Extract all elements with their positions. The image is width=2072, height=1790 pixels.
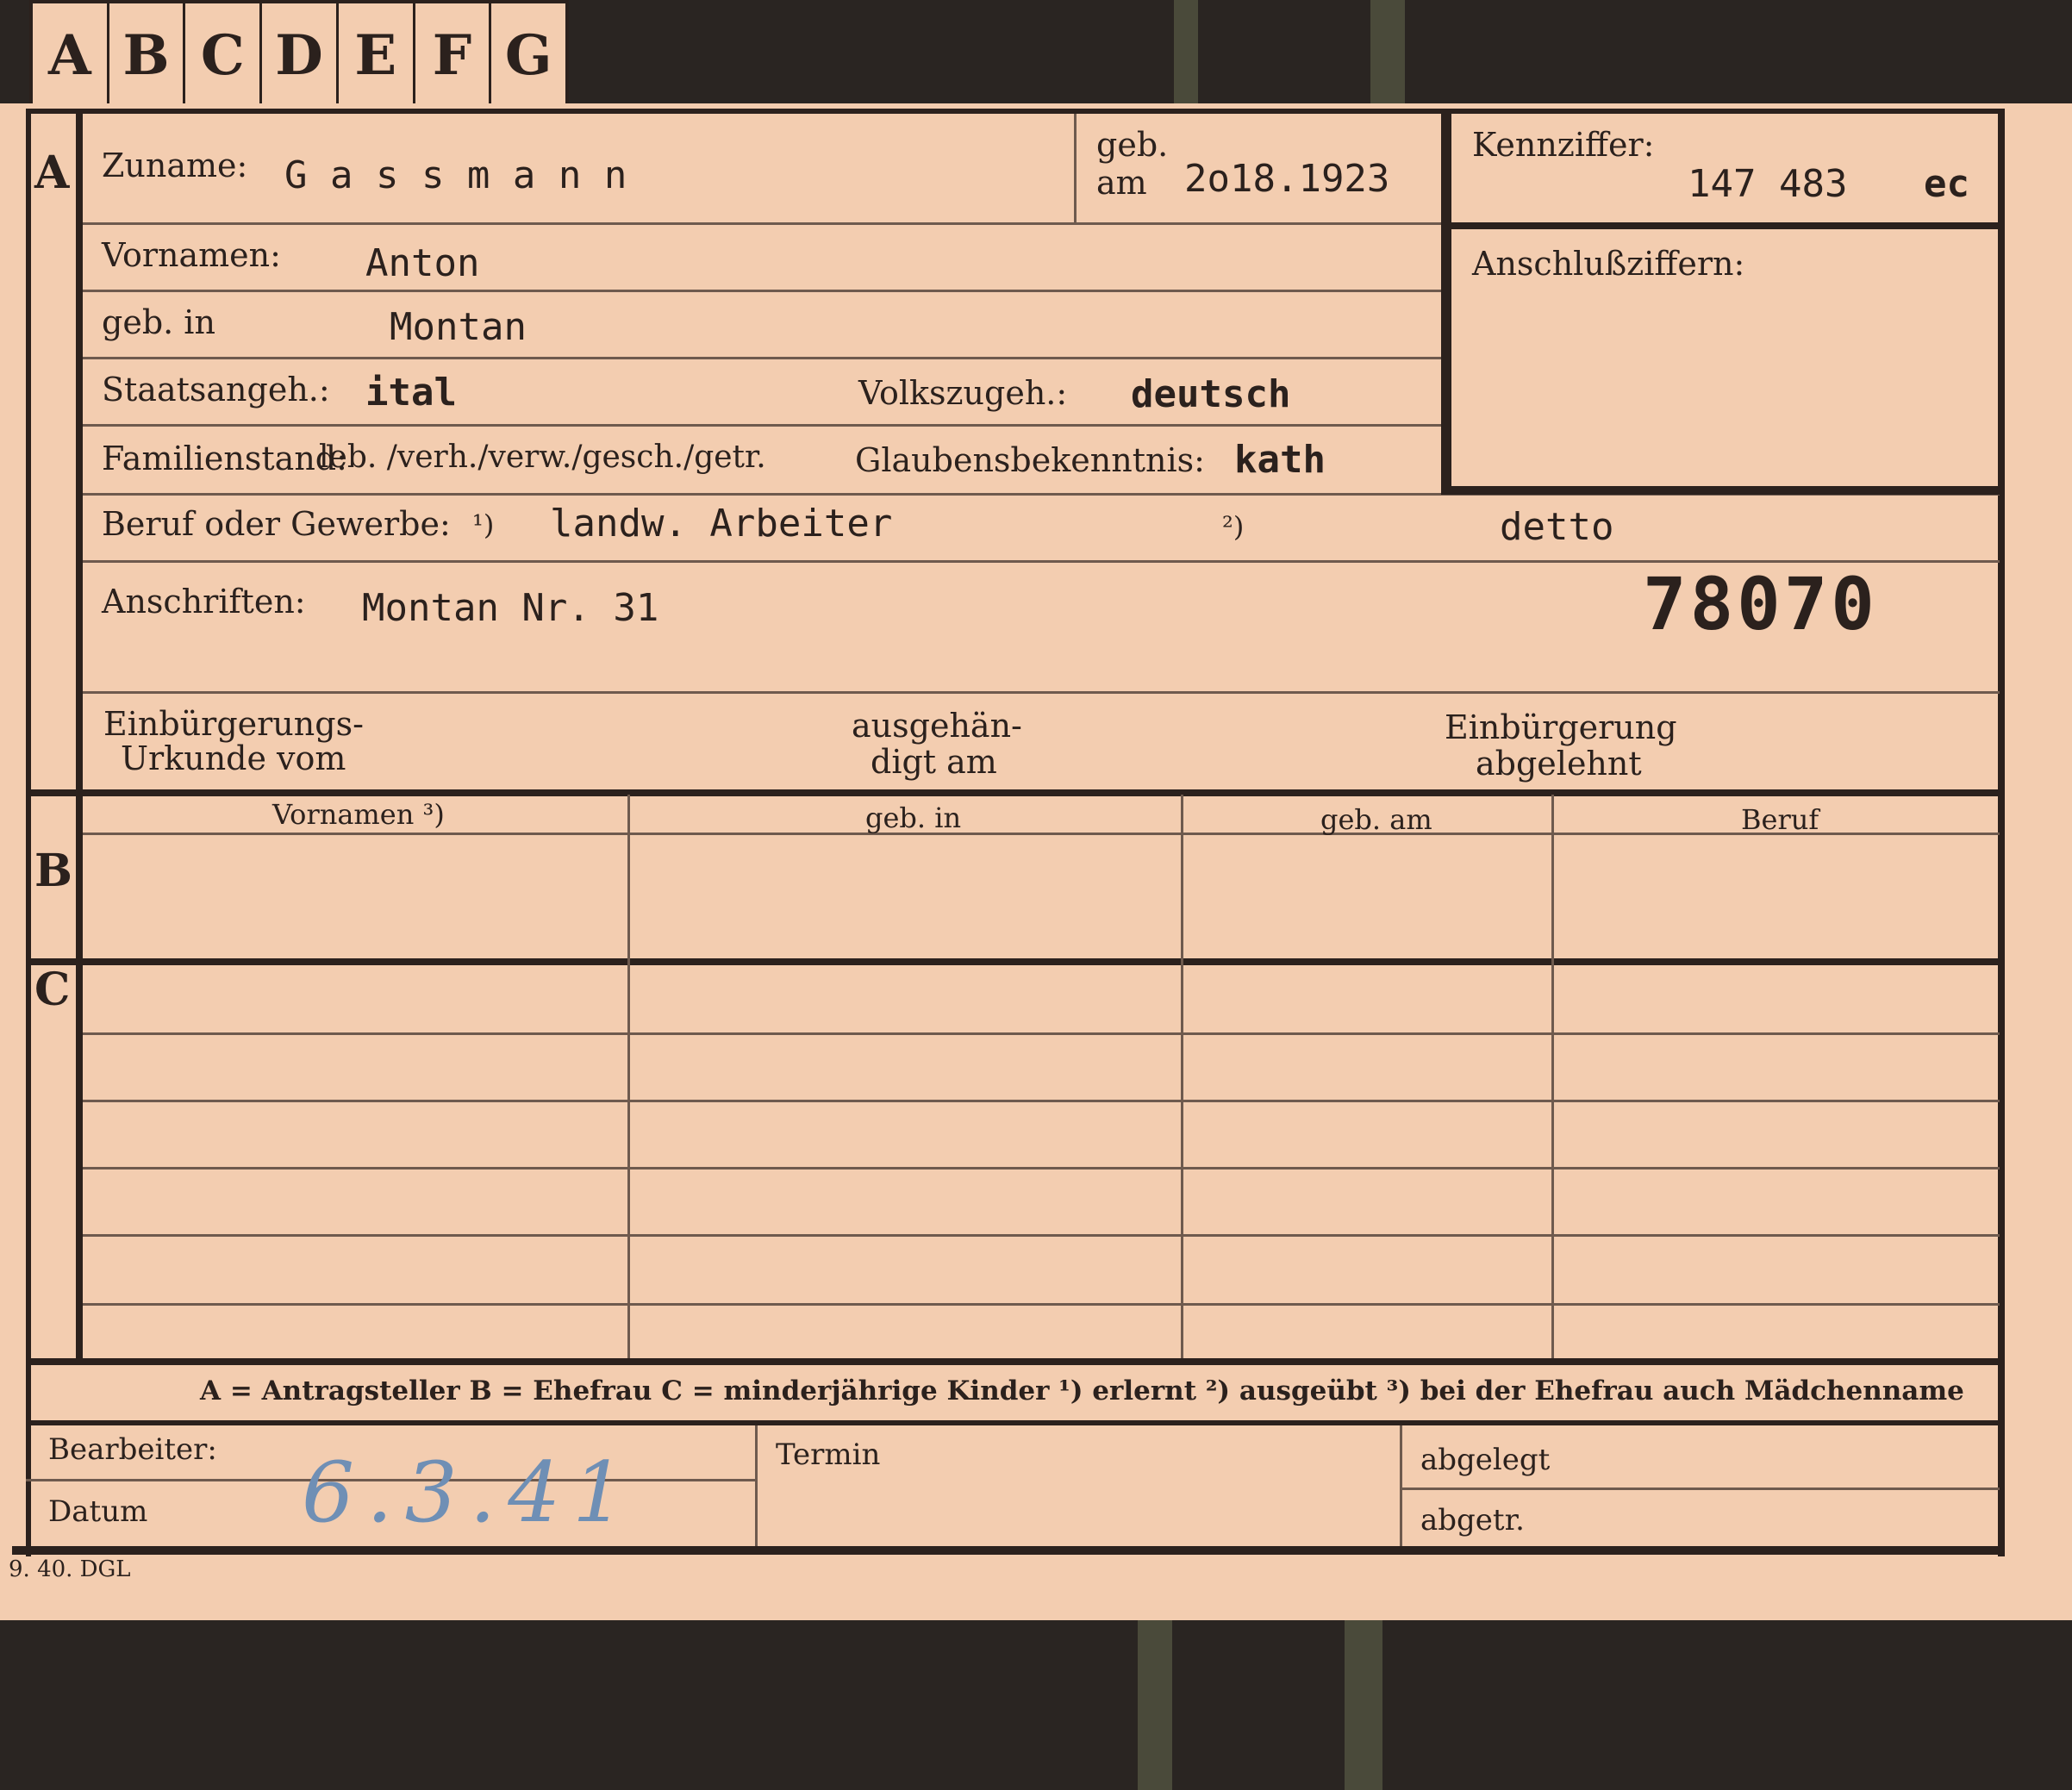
col-divider — [1181, 795, 1183, 1360]
stamp-number: 78070 — [1643, 562, 1878, 646]
kennziffer-label: Kennziffer: — [1472, 126, 1655, 164]
rule — [83, 691, 2000, 694]
zuname-label: Zuname: — [102, 147, 248, 184]
volks-label: Volkszugeh.: — [858, 374, 1068, 412]
print-mark: 9. 40. DGL — [9, 1556, 131, 1582]
rule — [83, 1032, 2000, 1035]
footer-divider — [1400, 1425, 1402, 1546]
tab-d: D — [262, 3, 339, 107]
datum-label: Datum — [48, 1494, 148, 1529]
scanner-strip — [1174, 0, 1198, 103]
section-bc-divider — [26, 958, 2000, 965]
tab-a: A — [33, 3, 109, 107]
familienstand-label: Familienstand: — [102, 440, 347, 477]
geb-in-value: Montan — [390, 305, 527, 349]
legend-top — [26, 1358, 2000, 1365]
rule — [83, 290, 1441, 292]
col-header-geb-am: geb. am — [1320, 803, 1432, 836]
volks-value: deutsch — [1131, 372, 1291, 416]
beruf-label: Beruf oder Gewerbe: — [102, 505, 451, 543]
frame-top — [29, 109, 2003, 114]
rule — [83, 833, 2000, 835]
anschriften-value: Montan Nr. 31 — [362, 586, 659, 630]
zuname-value: G a s s m a n n — [284, 153, 627, 197]
kennziffer-box-bottom — [1451, 486, 2000, 495]
letter-tabs: A B C D E F G — [29, 0, 569, 107]
section-c-label: C — [34, 964, 71, 1016]
col-divider — [1551, 795, 1554, 1360]
einb-urkunde-1: Einbürgerungs- — [103, 705, 364, 743]
col-header-beruf: Beruf — [1741, 803, 1819, 836]
geb-label-2: am — [1096, 164, 1147, 202]
beruf-mark-2: ²) — [1222, 510, 1245, 543]
frame-left — [26, 109, 31, 1556]
scanner-strip — [1345, 1620, 1382, 1790]
glaubens-label: Glaubensbekenntnis: — [855, 441, 1205, 479]
vornamen-label: Vornamen: — [102, 236, 281, 274]
datum-handwritten: 6.3.41 — [302, 1444, 638, 1541]
vornamen-value: Anton — [365, 241, 480, 285]
familienstand-options: leb. /verh./verw./gesch./getr. — [319, 440, 766, 475]
rule — [83, 1303, 2000, 1306]
section-a-label: A — [34, 147, 70, 199]
kennziffer-box-mid — [1451, 222, 2000, 229]
legend-bottom — [26, 1420, 2000, 1425]
beruf-value-1: landw. Arbeiter — [550, 502, 893, 546]
rule — [83, 424, 1441, 427]
kennziffer-suffix: ec — [1924, 162, 1969, 206]
anschluss-label: Anschlußziffern: — [1472, 245, 1745, 283]
beruf-value-2: detto — [1500, 505, 1614, 549]
section-b-label: B — [34, 845, 72, 897]
kennziffer-box-left — [1441, 114, 1451, 495]
col-divider — [627, 795, 630, 1360]
einb-abgelehnt-2: abgelehnt — [1476, 745, 1642, 783]
rule — [83, 1167, 2000, 1169]
frame-bottom — [12, 1546, 2005, 1555]
rule — [83, 1234, 2000, 1237]
ausgehaendigt-2: digt am — [871, 743, 997, 781]
anschriften-label: Anschriften: — [102, 583, 306, 621]
col-header-vornamen: Vornamen ³) — [272, 798, 445, 831]
col-header-geb-in: geb. in — [865, 801, 962, 834]
scanner-strip — [1370, 0, 1405, 103]
einb-urkunde-2: Urkunde vom — [121, 739, 346, 777]
legend: A = Antragsteller B = Ehefrau C = minder… — [200, 1375, 1964, 1406]
footer-divider — [755, 1425, 758, 1546]
section-ab-divider — [26, 789, 2000, 796]
rule — [83, 357, 1441, 359]
termin-label: Termin — [776, 1438, 881, 1472]
staats-label: Staatsangeh.: — [102, 371, 330, 409]
tab-e: E — [339, 3, 415, 107]
geb-am-value: 2o18.1923 — [1184, 157, 1390, 201]
kennziffer-value: 147 483 — [1688, 162, 1848, 206]
einb-abgelehnt-1: Einbürgerung — [1445, 708, 1677, 746]
tab-b: B — [109, 3, 186, 107]
rule — [1074, 114, 1077, 222]
tab-f: F — [415, 3, 492, 107]
glaubens-value: kath — [1234, 438, 1326, 482]
rule — [1401, 1488, 2000, 1490]
rule — [83, 1100, 2000, 1102]
abgetr-label: abgetr. — [1420, 1503, 1525, 1537]
ausgehaendigt-1: ausgehän- — [852, 707, 1022, 745]
tab-c: C — [185, 3, 263, 107]
tab-g: G — [504, 22, 552, 88]
beruf-mark-1: ¹) — [472, 508, 495, 541]
scanner-strip — [1138, 1620, 1172, 1790]
bearbeiter-label: Bearbeiter: — [48, 1432, 217, 1467]
staats-value: ital — [365, 371, 457, 415]
abgelegt-label: abgelegt — [1420, 1443, 1551, 1477]
section-divider-vertical — [76, 109, 83, 1360]
geb-label-1: geb. — [1096, 126, 1169, 164]
geb-in-label: geb. in — [102, 303, 215, 341]
rule — [83, 222, 1441, 225]
